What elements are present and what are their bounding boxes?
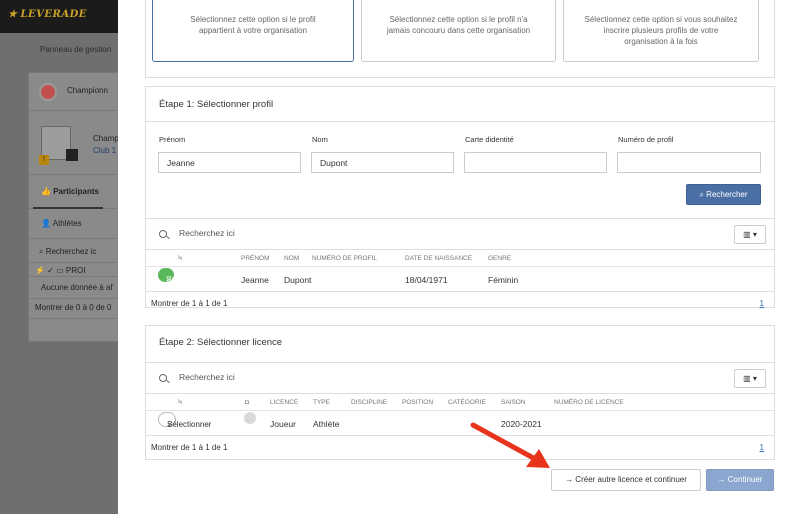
logo-text: LEVERADE	[20, 9, 87, 20]
arrow-right-icon: →	[565, 475, 576, 484]
create-another-label: Créer autre licence et continuer	[575, 475, 687, 484]
background-sidebar-card: Championn ! Champ Club 1 👍 Participants …	[28, 72, 124, 342]
app-logo[interactable]: ★ LEVERADE	[8, 9, 87, 20]
club-sub[interactable]: Club 1	[93, 146, 116, 155]
continue-label: Continuer	[727, 475, 763, 484]
championship-name: Championn	[67, 86, 108, 95]
edit-icon[interactable]	[66, 149, 78, 161]
star-icon: ★	[8, 9, 18, 20]
create-licence-modal: Sélectionnez cette option si le profil a…	[118, 0, 800, 514]
search-icon: ⌕	[39, 247, 46, 256]
arrow-right-icon: →	[717, 475, 728, 484]
background-empty-text: Aucune donnée à af	[29, 277, 124, 299]
annotation-arrow	[470, 422, 550, 468]
warning-badge: !	[39, 155, 49, 165]
breadcrumb[interactable]: Panneau de gestion	[40, 45, 111, 54]
background-table-footer: Montrer de 0 à 0 de 0	[29, 299, 124, 319]
championship-header[interactable]: Championn	[29, 73, 124, 111]
tab-participants-label: Participants	[53, 187, 99, 196]
create-another-licence-button[interactable]: → Créer autre licence et continuer	[551, 469, 701, 491]
background-search-placeholder: Recherchez ic	[45, 247, 97, 256]
background-search[interactable]: ⌕ Recherchez ic	[29, 239, 124, 263]
club-summary: ! Champ Club 1	[29, 111, 124, 175]
user-icon: 👤	[41, 219, 53, 228]
tab-athletes-label: Athlètes	[52, 219, 82, 228]
tab-athletes[interactable]: 👤 Athlètes	[29, 209, 124, 239]
club-name: Champ	[93, 134, 119, 143]
tab-participants[interactable]: 👍 Participants	[29, 175, 124, 209]
arrow-shaft	[470, 422, 540, 463]
championship-logo-icon	[39, 83, 57, 101]
background-table-header: ⚡ ✓ ▭ PROI	[29, 263, 124, 277]
thumbs-up-icon: 👍	[41, 187, 54, 196]
background-col-header: PROI	[65, 266, 86, 275]
continue-button[interactable]: → Continuer	[706, 469, 774, 491]
